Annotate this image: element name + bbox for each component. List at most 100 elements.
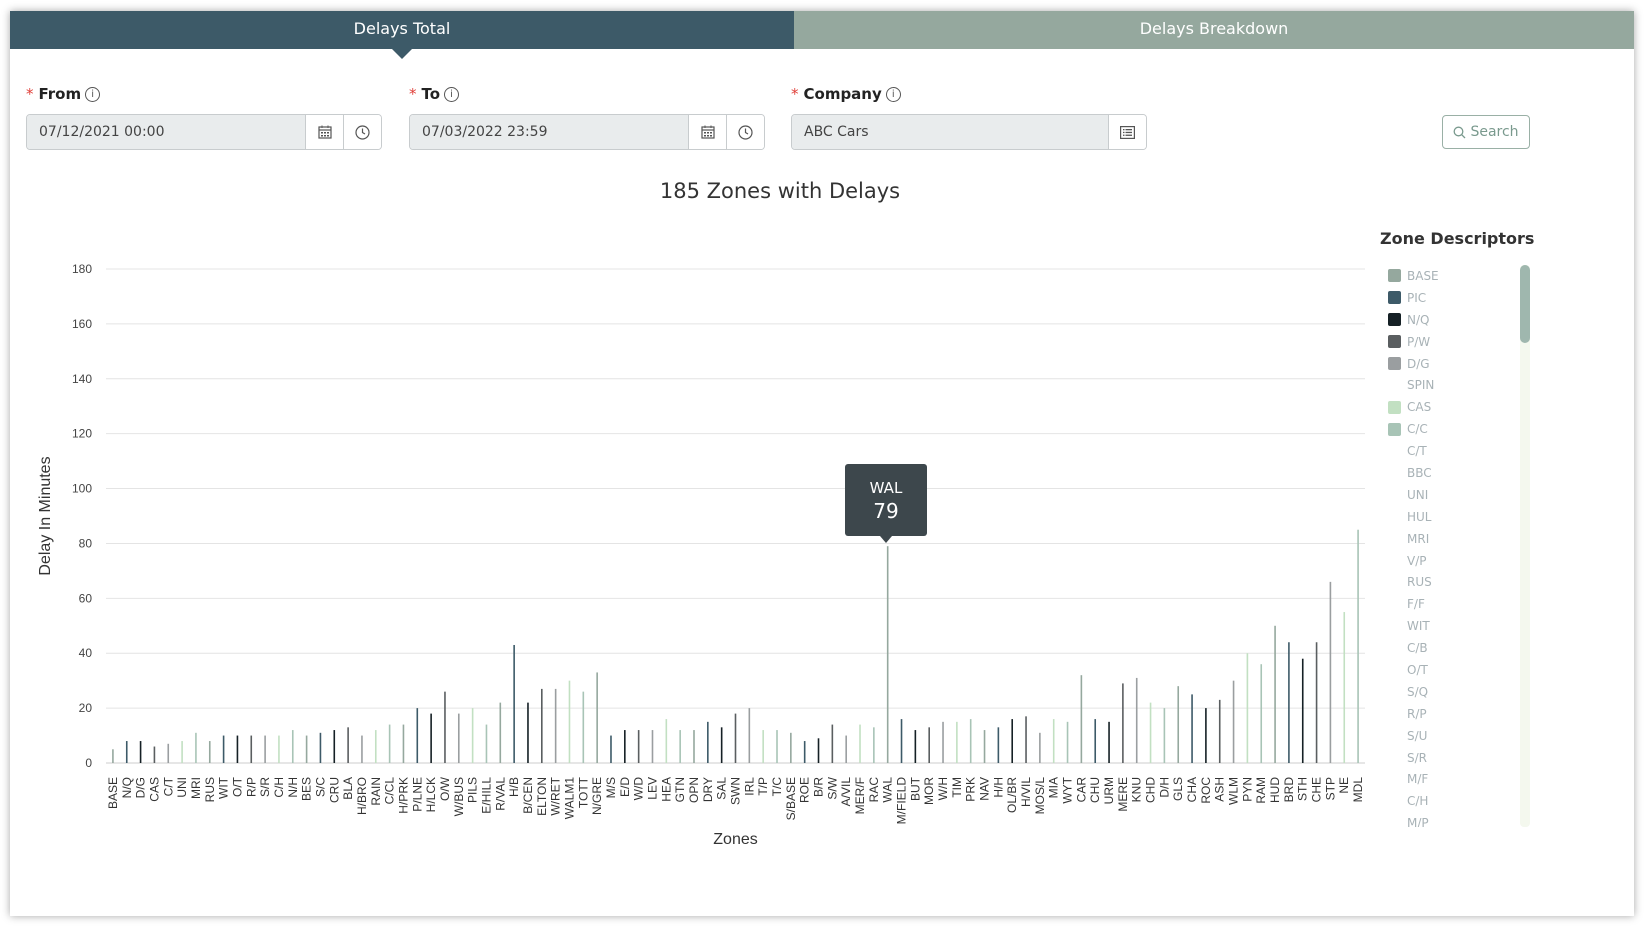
bar bbox=[720, 727, 723, 763]
legend-item-label: BASE bbox=[1407, 268, 1439, 283]
x-tick-label: HUD bbox=[1268, 777, 1282, 803]
legend-item-label: D/G bbox=[1407, 356, 1430, 371]
bar bbox=[305, 735, 308, 763]
legend-item[interactable]: BBC bbox=[1380, 462, 1520, 484]
x-tick-label: RAM bbox=[1254, 777, 1268, 804]
x-tick-label: CHD bbox=[1144, 777, 1158, 803]
x-tick-label: CHA bbox=[1185, 777, 1199, 802]
x-tick-label: W/RET bbox=[549, 776, 563, 815]
x-tick-label: N/H bbox=[286, 777, 300, 798]
bar bbox=[665, 719, 668, 763]
bar bbox=[112, 749, 114, 763]
x-tick-label: WALM1 bbox=[562, 777, 576, 820]
legend-swatch bbox=[1388, 532, 1401, 545]
legend-item[interactable]: CAS bbox=[1380, 396, 1520, 418]
y-tick-label: 80 bbox=[79, 536, 93, 550]
legend-swatch bbox=[1388, 598, 1401, 611]
bar bbox=[1066, 721, 1069, 763]
legend-item[interactable]: S/Q bbox=[1380, 681, 1520, 703]
bar bbox=[181, 741, 183, 763]
legend-item[interactable]: HUL bbox=[1380, 506, 1520, 528]
legend-item[interactable]: WIT bbox=[1380, 615, 1520, 637]
legend-item[interactable]: R/P bbox=[1380, 703, 1520, 725]
legend-item[interactable]: C/C bbox=[1380, 418, 1520, 440]
x-tick-label: WYT bbox=[1061, 776, 1075, 803]
legend-item[interactable]: SPIN bbox=[1380, 374, 1520, 396]
bar bbox=[1163, 708, 1166, 763]
legend-item[interactable]: RUS bbox=[1380, 571, 1520, 593]
legend-item-label: C/H bbox=[1407, 794, 1429, 809]
legend-item[interactable]: O/T bbox=[1380, 659, 1520, 681]
x-tick-label: BES bbox=[300, 777, 314, 801]
bar bbox=[1122, 683, 1124, 763]
bar-chart: 0 20 40 60 80 100 120 140 160 180 Delay In Minutes… bbox=[37, 262, 1365, 848]
x-tick-label: SWN bbox=[729, 777, 743, 805]
x-tick-label: BLA bbox=[341, 777, 355, 800]
search-button[interactable]: Search bbox=[1442, 115, 1530, 149]
x-tick-label: ASH bbox=[1213, 777, 1227, 802]
legend-swatch bbox=[1388, 379, 1401, 392]
bar bbox=[1025, 716, 1027, 763]
x-tick-label: GLS bbox=[1171, 777, 1185, 801]
bar bbox=[776, 730, 778, 763]
legend-item-label: BBC bbox=[1407, 465, 1432, 480]
bar bbox=[817, 738, 820, 763]
legend-scroll-thumb[interactable] bbox=[1520, 265, 1530, 343]
y-tick-label: 40 bbox=[79, 646, 93, 660]
bar bbox=[1191, 694, 1193, 763]
legend-item-label: N/Q bbox=[1407, 312, 1430, 327]
x-tick-label: C/H bbox=[272, 777, 286, 798]
legend-swatch bbox=[1388, 445, 1401, 458]
x-tick-label: E/HILL bbox=[479, 777, 493, 814]
legend-item[interactable]: D/G bbox=[1380, 353, 1520, 375]
x-tick-label: O/W bbox=[438, 776, 452, 801]
x-tick-label: S/BASE bbox=[784, 777, 798, 820]
x-tick-label: ELTON bbox=[535, 777, 549, 816]
legend-swatch bbox=[1388, 751, 1401, 764]
legend-item[interactable]: P/W bbox=[1380, 331, 1520, 353]
legend-item[interactable]: N/Q bbox=[1380, 309, 1520, 331]
legend-item[interactable]: C/B bbox=[1380, 637, 1520, 659]
x-tick-label: P/LNE bbox=[410, 777, 424, 812]
legend-item-label: PIC bbox=[1407, 290, 1427, 305]
bar bbox=[1232, 680, 1235, 763]
legend-item[interactable]: V/P bbox=[1380, 550, 1520, 572]
bar bbox=[333, 730, 336, 763]
legend-item[interactable]: M/P bbox=[1380, 812, 1520, 827]
legend-swatch bbox=[1388, 357, 1401, 370]
legend-scrollbar[interactable] bbox=[1520, 265, 1530, 827]
legend-item[interactable]: F/F bbox=[1380, 593, 1520, 615]
legend-item[interactable]: PIC bbox=[1380, 287, 1520, 309]
legend-item[interactable]: C/T bbox=[1380, 440, 1520, 462]
bar bbox=[582, 691, 585, 763]
legend-title: Zone Descriptors bbox=[1380, 229, 1535, 248]
bar bbox=[388, 724, 391, 763]
legend-item[interactable]: UNI bbox=[1380, 484, 1520, 506]
bar bbox=[734, 713, 737, 763]
legend-item[interactable]: M/F bbox=[1380, 768, 1520, 790]
x-tick-label: CHE bbox=[1310, 777, 1324, 802]
bar bbox=[679, 730, 681, 763]
bar bbox=[236, 735, 239, 763]
x-tick-label: SAL bbox=[715, 777, 729, 800]
bar bbox=[471, 708, 474, 763]
x-tick-label: M/S bbox=[604, 777, 618, 798]
x-tick-label: IRL bbox=[742, 777, 756, 796]
legend-swatch bbox=[1388, 291, 1401, 305]
legend-item[interactable]: S/U bbox=[1380, 725, 1520, 747]
legend-item-label: C/B bbox=[1407, 641, 1428, 656]
legend-item[interactable]: MRI bbox=[1380, 528, 1520, 550]
legend-swatch bbox=[1388, 400, 1401, 414]
legend-item[interactable]: S/R bbox=[1380, 747, 1520, 769]
legend-swatch bbox=[1388, 576, 1401, 589]
bar bbox=[596, 672, 598, 763]
bar bbox=[1357, 529, 1359, 763]
x-tick-label: W/D bbox=[632, 777, 646, 801]
y-tick-label: 120 bbox=[72, 427, 92, 441]
legend-item-label: S/Q bbox=[1407, 684, 1429, 699]
bar bbox=[208, 741, 211, 763]
legend-item[interactable]: C/H bbox=[1380, 790, 1520, 812]
legend-swatch bbox=[1388, 620, 1401, 633]
x-tick-label: H/H bbox=[991, 777, 1005, 798]
legend-item[interactable]: BASE bbox=[1380, 265, 1520, 287]
